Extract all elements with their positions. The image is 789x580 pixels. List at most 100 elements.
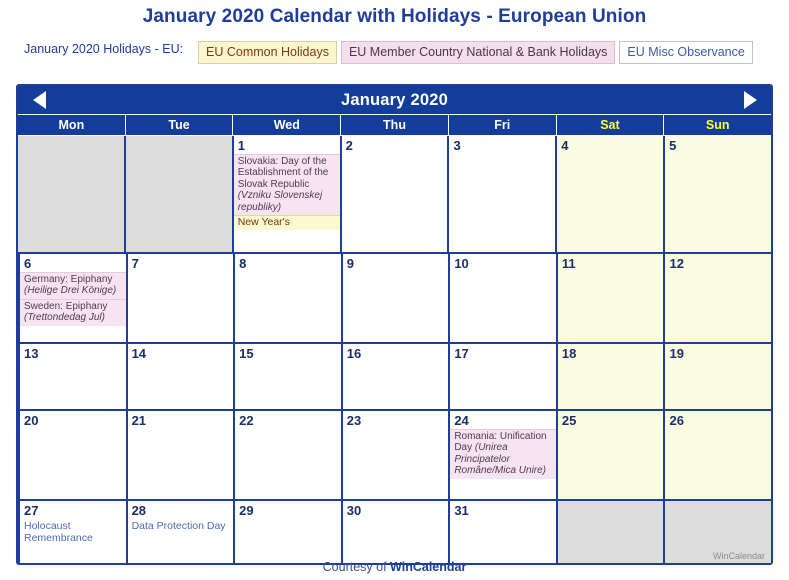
day-cell[interactable]: 8: [233, 254, 341, 342]
day-cell[interactable]: 31: [448, 501, 556, 563]
day-number: 5: [669, 138, 677, 153]
event-text: Sweden: Epiphany: [24, 300, 108, 312]
event-list: Germany: Epiphany (Heilige Drei Könige) S…: [20, 272, 126, 326]
day-cell[interactable]: 19: [663, 344, 771, 409]
next-month-button[interactable]: [733, 86, 767, 114]
prev-month-button[interactable]: [22, 86, 56, 114]
day-header-wed: Wed: [232, 115, 340, 135]
day-number: 24: [454, 413, 469, 428]
day-number: 9: [346, 256, 354, 271]
day-number: 17: [454, 346, 469, 361]
day-cell[interactable]: 14: [125, 344, 234, 409]
day-number: 2: [345, 138, 353, 153]
day-cell[interactable]: 1 Slovakia: Day of the Establishment of t…: [231, 136, 340, 252]
day-cell[interactable]: 11: [555, 254, 664, 342]
legend-boxes: EU Common Holidays EU Member Country Nati…: [198, 41, 753, 64]
day-cell[interactable]: 12: [663, 254, 771, 342]
day-cell[interactable]: 17: [448, 344, 556, 409]
day-cell[interactable]: 3: [447, 136, 556, 252]
day-cell[interactable]: 26: [663, 411, 771, 499]
event-text: New Year's: [237, 216, 290, 229]
day-number: 7: [131, 256, 139, 271]
day-number: 21: [131, 413, 147, 428]
day-cell[interactable]: 7: [125, 254, 234, 342]
day-header-mon: Mon: [58, 118, 85, 132]
day-cell[interactable]: 15: [233, 344, 341, 409]
day-cell[interactable]: 20: [18, 411, 126, 499]
event-national[interactable]: Sweden: Epiphany (Trettondedag Jul): [20, 298, 126, 326]
day-number: 25: [561, 413, 577, 428]
day-cell[interactable]: 5: [663, 136, 771, 252]
day-of-week-header: Mon Tue Wed Thu Fri Sat Sun: [18, 114, 771, 135]
event-misc[interactable]: Holocaust Remembrance: [20, 519, 126, 546]
event-list: Slovakia: Day of the Establishment of th…: [233, 154, 340, 231]
event-text: Slovakia: Day of the Establishment of th…: [237, 156, 329, 190]
day-cell[interactable]: 13: [18, 344, 126, 409]
event-national[interactable]: Slovakia: Day of the Establishment of th…: [233, 154, 340, 216]
event-common[interactable]: New Year's: [233, 215, 340, 231]
footer: Courtesy of WinCalendar: [0, 560, 789, 574]
month-label: January 2020: [341, 90, 448, 109]
event-list: Romania: Unification Day (Unirea Princip…: [450, 429, 556, 479]
legend: January 2020 Holidays - EU: EU Common Ho…: [0, 41, 789, 69]
event-text: Data Protection Day: [131, 520, 226, 532]
event-national[interactable]: Germany: Epiphany (Heilige Drei Könige): [20, 272, 126, 299]
calendar: January 2020 Mon Tue Wed Thu Fri Sat Sun 1 Slov…: [16, 84, 773, 565]
day-cell[interactable]: 4: [555, 136, 664, 252]
day-number: 28: [131, 503, 147, 518]
event-list: Data Protection Day: [128, 519, 234, 534]
day-cell[interactable]: 9: [340, 254, 449, 342]
day-cell[interactable]: 27 Holocaust Remembrance: [18, 501, 126, 563]
legend-item-national[interactable]: EU Member Country National & Bank Holida…: [340, 41, 616, 64]
event-text: Germany: Epiphany: [24, 274, 113, 285]
legend-caption: January 2020 Holidays - EU:: [24, 42, 184, 56]
day-number: 27: [24, 503, 39, 518]
day-number: 26: [669, 413, 684, 428]
day-number: 8: [239, 256, 247, 271]
day-cell-empty: [123, 136, 232, 252]
legend-item-common[interactable]: EU Common Holidays: [198, 41, 337, 64]
day-number: 14: [131, 346, 147, 361]
day-number: 10: [454, 256, 469, 271]
event-native-name: (Heilige Drei Könige): [24, 285, 117, 297]
day-number: 12: [669, 256, 684, 271]
day-cell[interactable]: 25: [555, 411, 664, 499]
day-cell[interactable]: 22: [233, 411, 341, 499]
day-number: 4: [561, 138, 569, 153]
day-number: 15: [239, 346, 254, 361]
day-cell[interactable]: 24 Romania: Unification Day (Unirea Princ…: [448, 411, 556, 499]
day-cell[interactable]: 29: [233, 501, 341, 563]
day-cell[interactable]: 10: [448, 254, 556, 342]
day-cell[interactable]: 28 Data Protection Day: [125, 501, 234, 563]
day-cell[interactable]: 2: [339, 136, 448, 252]
day-cell-empty: WinCalendar: [663, 501, 771, 563]
day-cell[interactable]: 23: [340, 411, 449, 499]
legend-item-misc[interactable]: EU Misc Observance: [619, 41, 753, 64]
day-header-fri: Fri: [447, 115, 556, 135]
week-row: 26Germany: Epiphany (Heilige Drei Könige…: [18, 252, 771, 342]
day-number: 22: [239, 413, 254, 428]
day-number: 30: [346, 503, 362, 518]
week-row: 313141516171819: [18, 342, 771, 409]
footer-prefix: Courtesy of: [322, 560, 391, 574]
day-cell[interactable]: 18: [555, 344, 664, 409]
day-cell[interactable]: 16: [340, 344, 449, 409]
day-number: 31: [454, 503, 469, 518]
week-row: 1 Slovakia: Day of the Establishment of t…: [18, 135, 771, 252]
day-number: 18: [561, 346, 577, 361]
day-cell[interactable]: 21: [125, 411, 234, 499]
event-misc[interactable]: Data Protection Day: [128, 519, 234, 534]
day-cell[interactable]: 30: [340, 501, 449, 563]
day-number: 29: [239, 503, 254, 518]
triangle-right-icon: [743, 91, 757, 109]
day-header-tue: Tue: [124, 115, 233, 135]
event-national[interactable]: Romania: Unification Day (Unirea Princip…: [450, 429, 556, 479]
event-native-name: (Trettondedag Jul): [24, 312, 105, 324]
day-number: 16: [346, 346, 362, 361]
calendar-body: 1 Slovakia: Day of the Establishment of t…: [18, 135, 771, 563]
day-number: 6: [24, 256, 32, 271]
day-header-sat: Sat: [555, 115, 664, 135]
triangle-left-icon: [32, 91, 46, 109]
day-cell[interactable]: 6 Germany: Epiphany (Heilige Drei Könige)…: [18, 254, 126, 342]
day-header-thu: Thu: [340, 115, 448, 135]
